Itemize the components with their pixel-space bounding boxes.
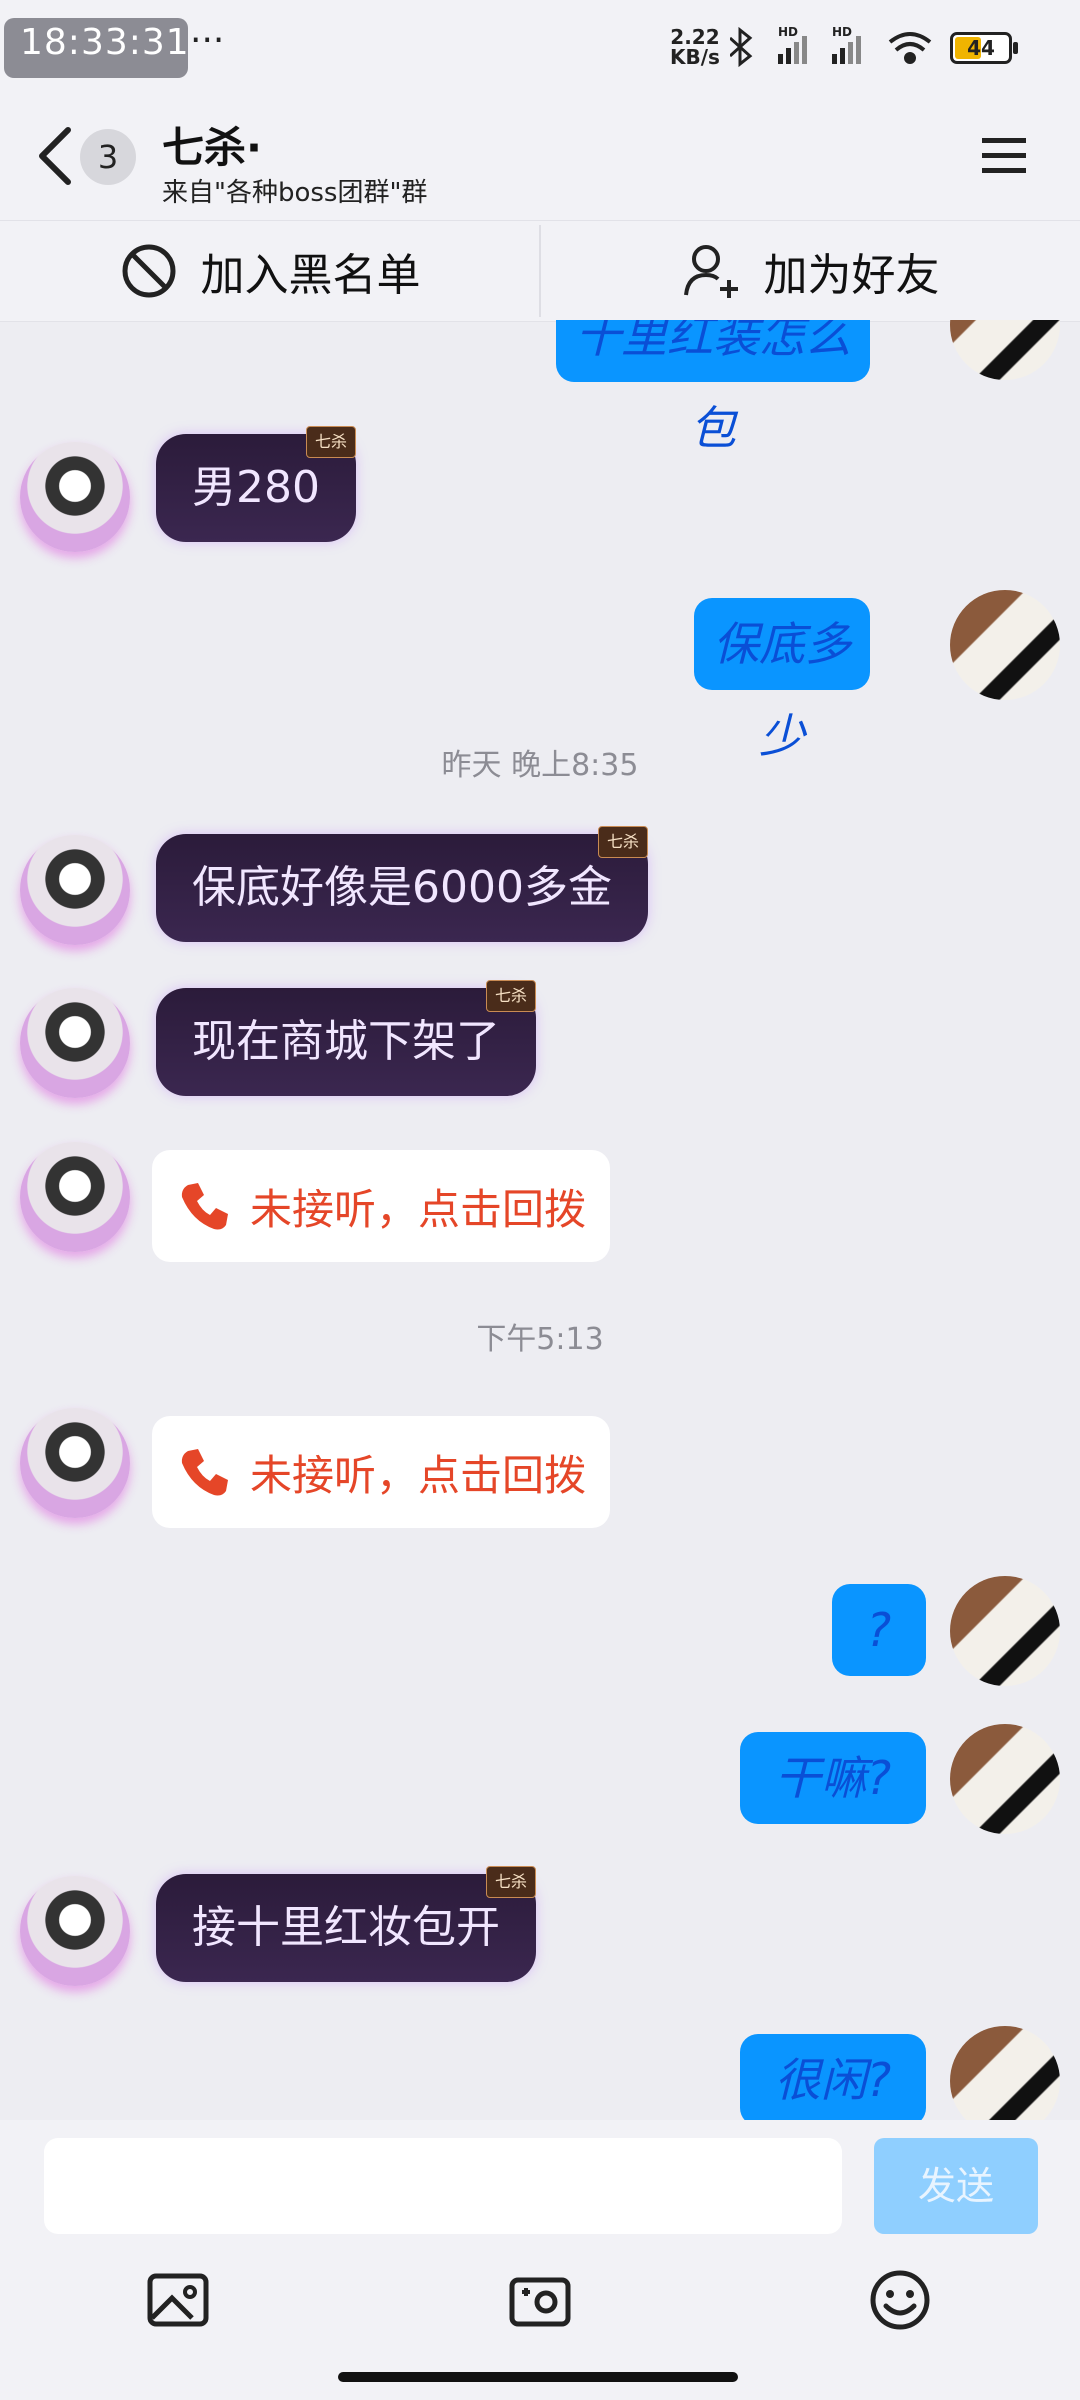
input-area: 发送	[0, 2120, 1080, 2400]
message-input[interactable]	[44, 2138, 842, 2234]
contact-source: 来自"各种boss团群"群	[162, 178, 428, 208]
network-speed-value: 2.22	[670, 25, 720, 49]
phone-icon	[181, 1449, 228, 1496]
chat-screen: 18:33:31 ··· 2.22 KB/s HD HD 44 3 七杀· 来自…	[0, 0, 1080, 2400]
battery-level: 44	[967, 36, 995, 60]
send-button[interactable]: 发送	[874, 2138, 1038, 2234]
avatar[interactable]	[20, 1408, 130, 1518]
message-text: 男280	[192, 462, 320, 513]
avatar[interactable]	[950, 1576, 1060, 1686]
contact-name: 七杀·	[162, 123, 262, 172]
status-more-dots: ···	[190, 20, 225, 61]
stranger-action-bar: 加入黑名单 加为好友	[0, 220, 1080, 322]
avatar[interactable]	[20, 988, 130, 1098]
block-icon	[122, 244, 175, 298]
signal-hd-label-1: HD	[778, 25, 798, 39]
signal-icon: HD HD	[778, 25, 861, 64]
avatar[interactable]	[20, 835, 130, 945]
avatar[interactable]	[950, 320, 1060, 380]
missed-call-text: 未接听，点击回拨	[250, 1184, 587, 1234]
avatar[interactable]	[950, 590, 1060, 700]
menu-button[interactable]	[980, 132, 1028, 180]
message-bubble-received[interactable]: 现在商城下架了 七杀	[156, 980, 536, 1096]
image-icon[interactable]	[146, 2268, 210, 2332]
avatar[interactable]	[20, 1142, 130, 1252]
message-list[interactable]: 十里红装怎么包 男280 七杀 保底多少 昨天 晚上8:35 保底好像是6000…	[0, 320, 1080, 2120]
battery-icon: 44	[950, 32, 1018, 64]
wifi-icon	[888, 32, 932, 64]
member-title-tag: 七杀	[305, 426, 356, 458]
missed-call-bubble[interactable]: 未接听，点击回拨	[152, 1150, 611, 1262]
add-to-blacklist-button[interactable]: 加入黑名单	[0, 221, 539, 321]
network-speed-unit: KB/s	[670, 45, 720, 69]
message-text: 现在商城下架了	[192, 1016, 500, 1067]
message-bubble-sent[interactable]: 十里红装怎么包	[556, 320, 870, 455]
avatar[interactable]	[20, 1876, 130, 1986]
add-user-icon	[683, 245, 738, 298]
status-icons: HD HD	[730, 25, 932, 68]
emoji-icon[interactable]	[868, 2268, 932, 2332]
add-friend-button[interactable]: 加为好友	[541, 221, 1080, 321]
status-bar: 18:33:31 ··· 2.22 KB/s HD HD 44	[0, 0, 1080, 92]
avatar[interactable]	[950, 1724, 1060, 1834]
timestamp: 昨天 晚上8:35	[441, 748, 639, 783]
missed-call-bubble[interactable]: 未接听，点击回拨	[152, 1416, 611, 1528]
add-friend-label: 加为好友	[763, 250, 940, 301]
timestamp: 下午5:13	[476, 1322, 604, 1357]
signal-hd-label-2: HD	[832, 25, 852, 39]
camera-icon[interactable]	[508, 2268, 572, 2332]
message-bubble-received[interactable]: 接十里红妆包开 七杀	[156, 1866, 536, 1982]
bluetooth-icon	[730, 26, 753, 68]
message-text: 保底好像是6000多金	[192, 862, 612, 913]
message-bubble-sent[interactable]: 保底多少	[694, 598, 870, 763]
message-bubble-received[interactable]: 男280 七杀	[156, 426, 356, 542]
network-speed: 2.22 KB/s	[670, 27, 720, 67]
status-time: 18:33:31	[20, 22, 190, 63]
message-bubble-received[interactable]: 保底好像是6000多金 七杀	[156, 826, 648, 942]
member-title-tag: 七杀	[485, 980, 536, 1012]
message-text: 接十里红妆包开	[192, 1902, 500, 1953]
home-indicator[interactable]	[338, 2372, 738, 2382]
add-to-blacklist-label: 加入黑名单	[200, 250, 421, 301]
phone-icon	[181, 1183, 228, 1230]
member-title-tag: 七杀	[597, 826, 648, 858]
avatar[interactable]	[20, 442, 130, 552]
missed-call-text: 未接听，点击回拨	[250, 1450, 587, 1500]
message-bubble-sent[interactable]: 很闲?	[740, 2034, 926, 2120]
message-bubble-sent[interactable]: 干嘛?	[740, 1732, 926, 1824]
hamburger-menu-icon	[982, 138, 1026, 173]
avatar[interactable]	[950, 2026, 1060, 2120]
member-title-tag: 七杀	[485, 1866, 536, 1898]
message-bubble-sent[interactable]: ?	[832, 1584, 926, 1676]
chat-header: 3 七杀· 来自"各种boss团群"群	[0, 92, 1080, 220]
unread-badge: 3	[80, 129, 136, 185]
